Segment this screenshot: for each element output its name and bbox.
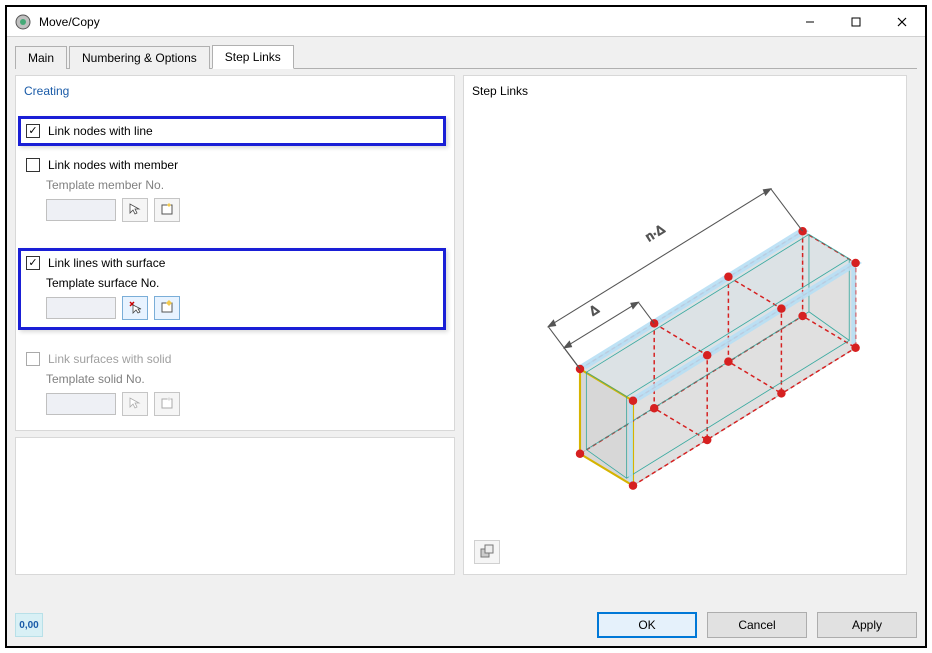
apply-button[interactable]: Apply (817, 612, 917, 638)
tab-main[interactable]: Main (15, 46, 67, 69)
pick-cursor-icon (128, 300, 142, 317)
minimize-button[interactable] (787, 7, 833, 37)
highlight-link-nodes-with-line: ✓ Link nodes with line (18, 116, 446, 146)
new-member-button[interactable] (154, 198, 180, 222)
checkbox-link-surfaces-solid (26, 352, 40, 366)
ok-button[interactable]: OK (597, 612, 697, 638)
dialog-window: Move/Copy Main Numbering & Options Step … (5, 5, 927, 648)
units-format-button[interactable]: 0,00 (15, 613, 43, 637)
titlebar: Move/Copy (7, 7, 925, 37)
info-panel (15, 437, 455, 575)
group-link-nodes-member: Link nodes with member Template member N… (24, 156, 446, 222)
new-item-icon (160, 396, 174, 413)
checkbox-link-nodes-line[interactable]: ✓ (26, 124, 40, 138)
new-item-icon (160, 300, 174, 317)
template-member-no-label: Template member No. (46, 178, 446, 192)
close-button[interactable] (879, 7, 925, 37)
app-icon (15, 14, 31, 30)
pick-cursor-icon (128, 202, 142, 219)
tab-step-links[interactable]: Step Links (212, 45, 294, 69)
label-link-nodes-line: Link nodes with line (48, 124, 153, 138)
new-item-icon (160, 202, 174, 219)
new-solid-button (154, 392, 180, 416)
preview-section-title: Step Links (472, 84, 898, 98)
template-solid-no-input (46, 393, 116, 415)
dim-n-delta: n·Δ (643, 221, 668, 244)
highlight-link-lines-with-surface: ✓ Link lines with surface Template surfa… (18, 248, 446, 330)
template-surface-no-input[interactable] (46, 297, 116, 319)
pick-surface-button[interactable] (122, 296, 148, 320)
pick-solid-button (122, 392, 148, 416)
dialog-footer: 0,00 OK Cancel Apply (15, 612, 917, 638)
checkbox-link-nodes-member[interactable] (26, 158, 40, 172)
left-column: Creating ✓ Link nodes with line Lin (15, 75, 455, 575)
creating-section-title: Creating (24, 84, 446, 98)
template-member-no-input[interactable] (46, 199, 116, 221)
window-controls (787, 7, 925, 37)
preview-panel: Step Links (463, 75, 907, 575)
new-surface-button[interactable] (154, 296, 180, 320)
checkbox-link-lines-surface[interactable]: ✓ (26, 256, 40, 270)
cancel-button[interactable]: Cancel (707, 612, 807, 638)
preview-options-icon (480, 544, 494, 561)
preview-options-button[interactable] (474, 540, 500, 564)
pick-member-button[interactable] (122, 198, 148, 222)
dialog-content: Main Numbering & Options Step Links Crea… (7, 37, 925, 646)
template-surface-no-label: Template surface No. (46, 276, 440, 290)
step-links-preview: Δ n·Δ (474, 106, 898, 526)
label-link-surfaces-solid: Link surfaces with solid (48, 352, 171, 366)
tab-strip: Main Numbering & Options Step Links (15, 45, 917, 69)
tab-numbering-options[interactable]: Numbering & Options (69, 46, 210, 69)
dim-delta: Δ (586, 301, 602, 318)
label-link-lines-surface: Link lines with surface (48, 256, 165, 270)
pick-cursor-icon (128, 396, 142, 413)
units-format-text: 0,00 (19, 620, 38, 631)
label-link-nodes-member: Link nodes with member (48, 158, 178, 172)
group-link-surfaces-solid: Link surfaces with solid Template solid … (24, 350, 446, 416)
template-solid-no-label: Template solid No. (46, 372, 446, 386)
window-title: Move/Copy (39, 15, 787, 29)
creating-panel: Creating ✓ Link nodes with line Lin (15, 75, 455, 431)
maximize-button[interactable] (833, 7, 879, 37)
